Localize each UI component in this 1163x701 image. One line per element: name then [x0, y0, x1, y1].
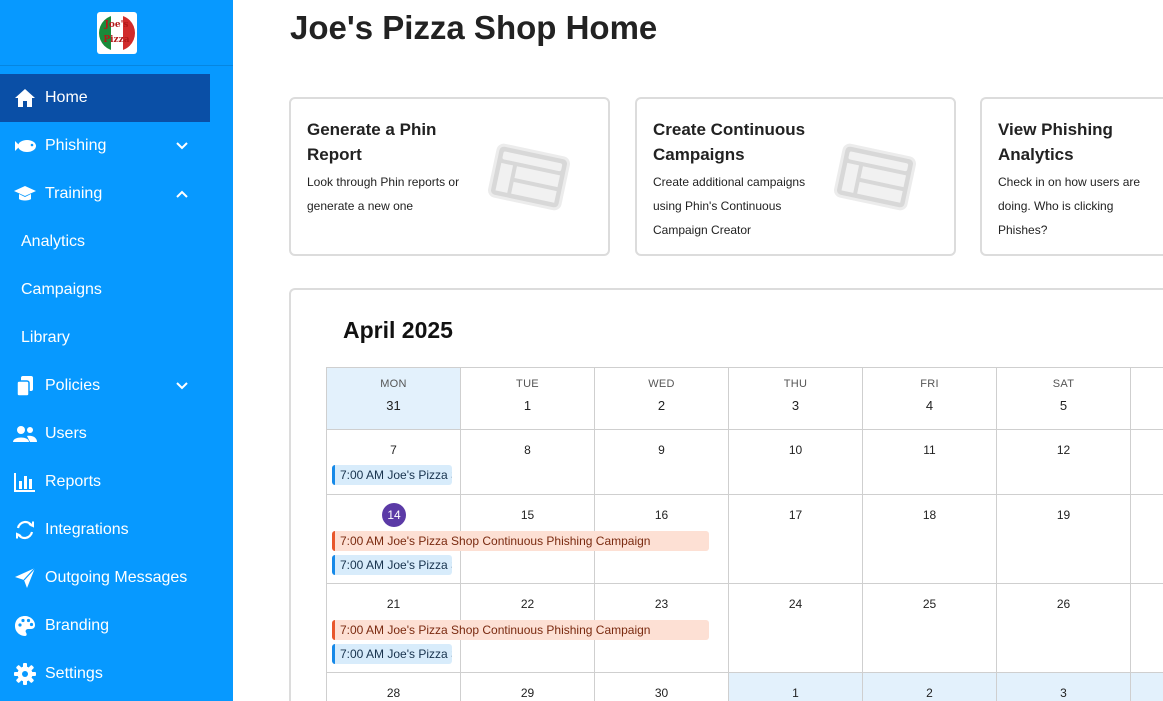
calendar-day-cell[interactable]: 19	[997, 495, 1131, 584]
logo-area: Joe's Pizza	[0, 0, 233, 66]
chevron-down-icon[interactable]	[175, 139, 189, 153]
calendar-day-cell[interactable]: 24	[729, 584, 863, 673]
calendar-day-cell[interactable]: 9	[595, 430, 729, 495]
sync-icon	[13, 518, 37, 542]
chevron-down-icon[interactable]	[175, 379, 189, 393]
sidebar-nav: Home Phishing Training Analytics Campaig…	[0, 74, 233, 698]
calendar-day-cell[interactable]: 17	[729, 495, 863, 584]
calendar-day-cell[interactable]: 8	[461, 430, 595, 495]
calendar-day-cell[interactable]: 12	[997, 430, 1131, 495]
main-content: Joe's Pizza Shop Home Generate a Phin Re…	[233, 0, 1163, 701]
generate-report-card[interactable]: Generate a Phin Report Look through Phin…	[289, 97, 610, 256]
users-icon	[13, 422, 37, 446]
documents-icon	[13, 374, 37, 398]
sidebar-item-label: Phishing	[45, 137, 107, 154]
sidebar-item-training[interactable]: Training	[0, 170, 233, 218]
graduation-cap-icon	[13, 182, 37, 206]
calendar-month-title: April 2025	[343, 317, 453, 343]
training-campaign-event[interactable]: 7:00 AM Joe's Pizza Shop Training Campai…	[332, 465, 452, 485]
calendar-day-cell[interactable]: 1	[729, 673, 863, 701]
company-logo[interactable]: Joe's Pizza	[96, 11, 137, 54]
chevron-up-icon[interactable]	[175, 187, 189, 201]
sidebar-item-users[interactable]: Users	[0, 410, 233, 458]
phishing-campaign-event[interactable]: 7:00 AM Joe's Pizza Shop Continuous Phis…	[332, 620, 709, 640]
card-description: Check in on how users are doing. Who is …	[998, 175, 1141, 237]
calendar-day-cell[interactable]	[1131, 495, 1163, 584]
bar-chart-icon	[13, 470, 37, 494]
card-title: Create Continuous Campaigns	[653, 120, 806, 164]
gear-icon	[13, 662, 37, 686]
browser-window-icon	[833, 143, 917, 211]
calendar-day-cell[interactable]: 10	[729, 430, 863, 495]
create-campaigns-card[interactable]: Create Continuous Campaigns Create addit…	[635, 97, 956, 256]
sidebar-item-analytics[interactable]: Analytics	[0, 218, 233, 266]
fish-icon	[13, 134, 37, 158]
phishing-analytics-card[interactable]: View Phishing Analytics Check in on how …	[980, 97, 1163, 256]
sidebar-item-policies[interactable]: Policies	[0, 362, 233, 410]
calendar-day-cell[interactable]	[1131, 584, 1163, 673]
sidebar-item-phishing[interactable]: Phishing	[0, 122, 233, 170]
sidebar-item-reports[interactable]: Reports	[0, 458, 233, 506]
calendar-day-cell[interactable]: 2	[863, 673, 997, 701]
sidebar-item-branding[interactable]: Branding	[0, 602, 233, 650]
sidebar-item-label: Branding	[45, 617, 110, 634]
calendar-day-cell[interactable]: 25	[863, 584, 997, 673]
calendar-header-cell: WED 2	[595, 367, 729, 430]
paper-plane-icon	[13, 566, 37, 590]
sidebar-item-label: Home	[45, 89, 88, 106]
sidebar-item-settings[interactable]: Settings	[0, 650, 233, 698]
calendar-day-cell[interactable]: 26	[997, 584, 1131, 673]
calendar-header-cell: MON 31	[326, 367, 461, 430]
calendar-header-cell: THU 3	[729, 367, 863, 430]
calendar-day-cell[interactable]: 30	[595, 673, 729, 701]
sidebar-item-label: Outgoing Messages	[45, 569, 188, 586]
page-title: Joe's Pizza Shop Home	[290, 9, 658, 46]
sidebar-item-home[interactable]: Home	[0, 74, 210, 122]
calendar-day-cell[interactable]: 18	[863, 495, 997, 584]
card-title: View Phishing Analytics	[998, 120, 1113, 164]
calendar-header-cell: TUE 1	[461, 367, 595, 430]
card-description: Look through Phin reports or generate a …	[307, 175, 460, 213]
sidebar-item-campaigns[interactable]: Campaigns	[0, 266, 233, 314]
sidebar-item-outgoing-messages[interactable]: Outgoing Messages	[0, 554, 233, 602]
training-campaign-event[interactable]: 7:00 AM Joe's Pizza Shop Training Campai…	[332, 555, 452, 575]
sidebar: Joe's Pizza Home Phishing Training Analy…	[0, 0, 233, 701]
browser-window-icon	[487, 143, 571, 211]
card-title: Generate a Phin Report	[307, 120, 437, 164]
calendar-day-cell[interactable]: 29	[461, 673, 595, 701]
calendar-header-cell: FRI 4	[863, 367, 997, 430]
calendar-header-cell	[1131, 367, 1163, 430]
calendar-day-cell[interactable]: 11	[863, 430, 997, 495]
sidebar-item-label: Users	[45, 425, 87, 442]
today-marker: 14	[382, 503, 406, 527]
phishing-campaign-event[interactable]: 7:00 AM Joe's Pizza Shop Continuous Phis…	[332, 531, 709, 551]
calendar-day-cell[interactable]	[1131, 430, 1163, 495]
sidebar-item-label: Reports	[45, 473, 102, 490]
sidebar-item-library[interactable]: Library	[0, 314, 233, 362]
calendar-day-cell[interactable]: 28	[326, 673, 461, 701]
training-campaign-event[interactable]: 7:00 AM Joe's Pizza Shop Training Campai…	[332, 644, 452, 664]
sidebar-item-label: Settings	[45, 665, 103, 682]
card-description: Create additional campaigns using Phin's…	[653, 175, 806, 237]
calendar-day-cell[interactable]: 3	[997, 673, 1131, 701]
sidebar-item-label: Integrations	[45, 521, 129, 538]
sidebar-item-label: Training	[45, 185, 103, 202]
calendar-day-cell[interactable]	[1131, 673, 1163, 701]
home-icon	[13, 86, 37, 110]
calendar-header-cell: SAT 5	[997, 367, 1131, 430]
sidebar-item-integrations[interactable]: Integrations	[0, 506, 233, 554]
palette-icon	[13, 614, 37, 638]
calendar-day-cell[interactable]: 7	[326, 430, 461, 495]
sidebar-item-label: Policies	[45, 377, 101, 394]
